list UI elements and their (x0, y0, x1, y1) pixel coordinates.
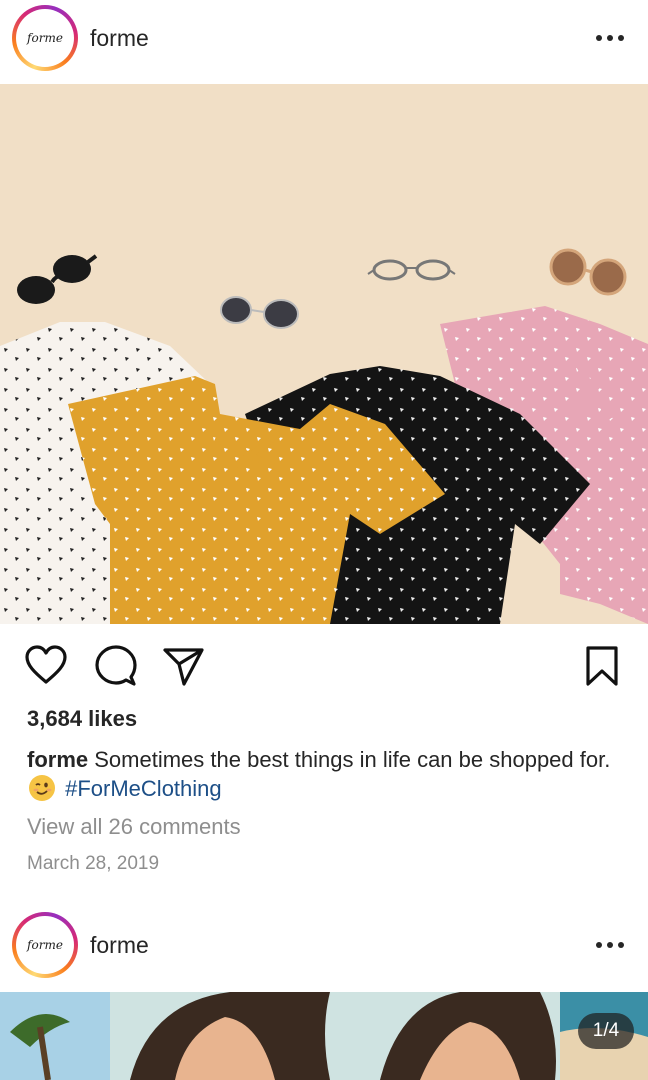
paper-plane-icon (163, 648, 204, 686)
more-options-icon[interactable] (596, 34, 624, 42)
hashtag-link[interactable]: #ForMeClothing (65, 776, 222, 801)
clothing-flatlay-image (0, 84, 648, 624)
post-date: March 28, 2019 (27, 853, 160, 874)
post-photo[interactable] (0, 992, 648, 1080)
post-caption: forme Sometimes the best things in life … (27, 745, 617, 803)
share-button[interactable] (162, 644, 206, 688)
avatar-logo-text: forme (27, 31, 63, 45)
likes-count[interactable]: 3,684 likes (27, 706, 137, 732)
caption-username[interactable]: forme (27, 747, 88, 772)
save-button[interactable] (580, 644, 624, 688)
post-header: forme forme (0, 0, 648, 76)
post-username[interactable]: forme (90, 25, 149, 52)
beach-models-image (0, 992, 648, 1080)
avatar[interactable]: forme (12, 5, 78, 71)
bookmark-icon (586, 646, 618, 686)
caption-text: Sometimes the best things in life can be… (94, 747, 611, 772)
post-header: forme forme (0, 907, 648, 983)
avatar[interactable]: forme (12, 912, 78, 978)
post-photo[interactable] (0, 84, 648, 624)
more-options-icon[interactable] (596, 941, 624, 949)
avatar-logo-text: forme (27, 938, 63, 952)
comment-button[interactable] (94, 644, 138, 688)
view-comments-link[interactable]: View all 26 comments (27, 814, 241, 840)
winking-face-emoji-icon (29, 775, 55, 801)
like-button[interactable] (24, 644, 68, 688)
post-action-bar (0, 640, 648, 690)
heart-icon (25, 645, 67, 684)
comment-bubble-icon (95, 645, 137, 686)
carousel-counter: 1/4 (578, 1013, 634, 1049)
post-username[interactable]: forme (90, 932, 149, 959)
